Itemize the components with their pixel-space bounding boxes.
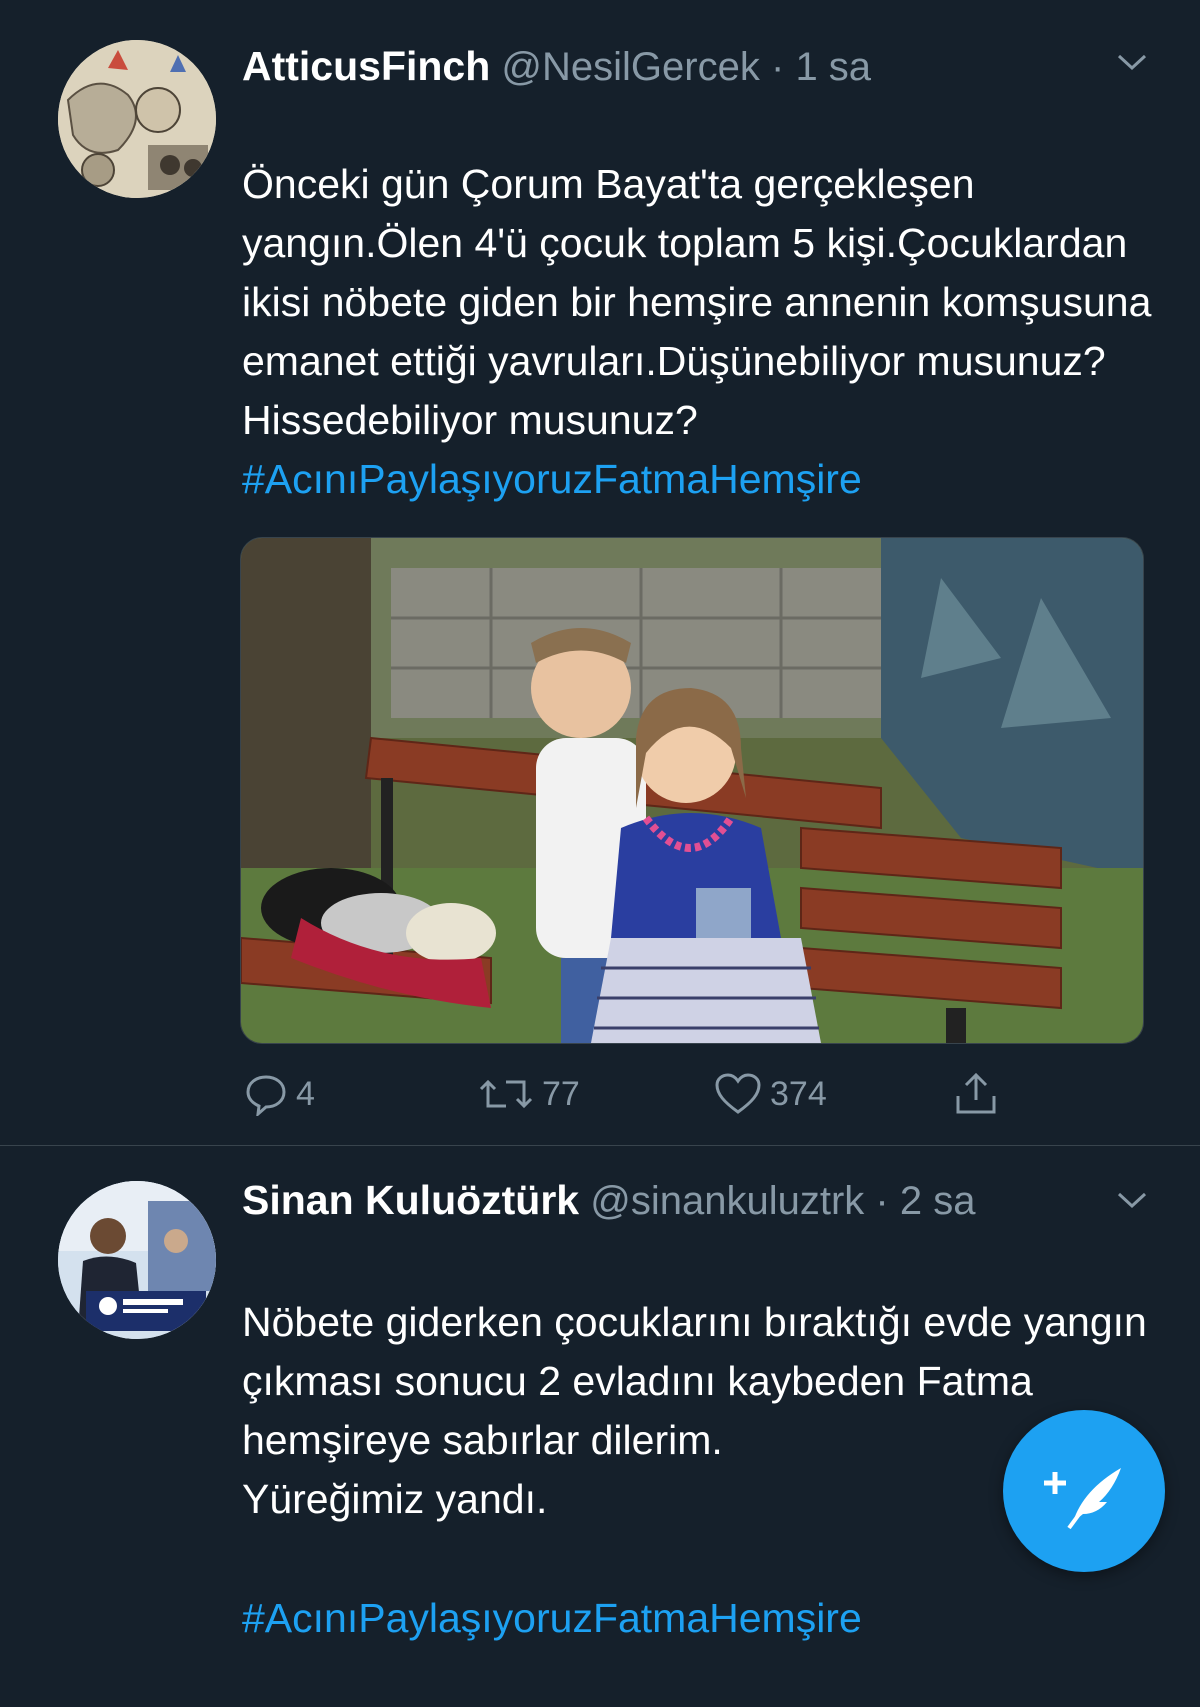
display-name[interactable]: Sinan Kuluöztürk (242, 1177, 579, 1223)
reply-button[interactable]: 4 (244, 1068, 315, 1120)
reply-icon (246, 1075, 286, 1116)
retweet-icon (479, 1079, 533, 1109)
compose-tweet-icon (1044, 1468, 1121, 1530)
like-button[interactable]: 374 (714, 1068, 827, 1120)
tweet-body: Önceki gün Çorum Bayat'ta gerçekleşen ya… (242, 161, 1152, 443)
share-icon (956, 1072, 996, 1114)
tweet-actions: 4 77 374 (240, 1068, 1020, 1120)
retweet-count: 77 (542, 1074, 580, 1113)
hashtag-link[interactable]: #AcınıPaylaşıyoruzFatmaHemşire (242, 450, 1162, 509)
avatar[interactable] (58, 40, 216, 198)
tweet-photo[interactable] (240, 537, 1144, 1044)
timestamp[interactable]: 2 sa (900, 1179, 976, 1223)
separator: · (770, 45, 785, 89)
compose-tweet-button[interactable] (1003, 1410, 1165, 1572)
chevron-down-icon[interactable] (1116, 1188, 1148, 1212)
user-handle[interactable]: @NesilGercek (501, 45, 759, 89)
share-button[interactable] (952, 1068, 1008, 1120)
separator: · (875, 1179, 889, 1223)
tweet-header: Sinan Kuluöztürk @sinankuluztrk · 2 sa (242, 1172, 975, 1228)
tweet-text: Önceki gün Çorum Bayat'ta gerçekleşen ya… (242, 96, 1162, 568)
tweet[interactable]: AtticusFinch @NesilGercek · 1 sa Önceki … (0, 0, 1200, 1145)
tweet-header: AtticusFinch @NesilGercek · 1 sa (242, 38, 871, 94)
hashtag-link[interactable]: #AcınıPaylaşıyoruzFatmaHemşire (242, 1589, 1162, 1648)
display-name[interactable]: AtticusFinch (242, 43, 490, 89)
avatar[interactable] (58, 1181, 216, 1339)
like-count: 374 (770, 1074, 827, 1113)
chevron-down-icon[interactable] (1116, 50, 1148, 74)
timestamp[interactable]: 1 sa (795, 45, 871, 89)
retweet-button[interactable]: 77 (478, 1068, 580, 1120)
reply-count: 4 (296, 1074, 315, 1113)
user-handle[interactable]: @sinankuluztrk (590, 1179, 864, 1223)
heart-icon (715, 1073, 761, 1114)
